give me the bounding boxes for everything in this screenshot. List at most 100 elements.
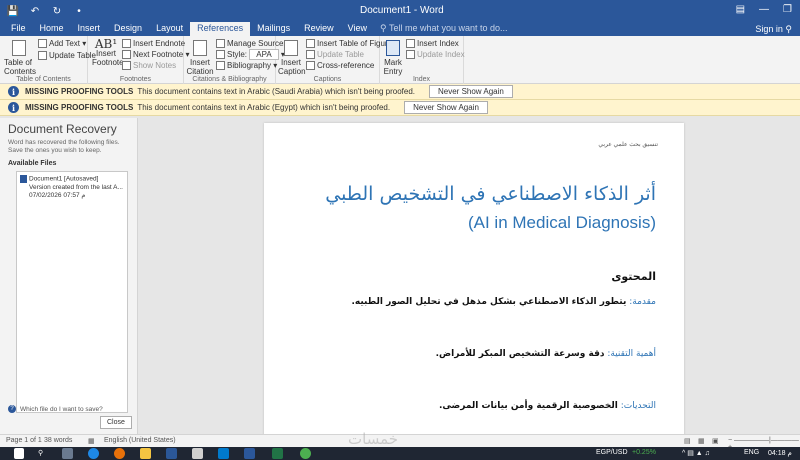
word-count[interactable]: 38 words [44, 437, 72, 444]
windows-start-icon[interactable] [14, 448, 24, 459]
task-view-icon[interactable] [62, 448, 73, 459]
table-of-figures-icon [306, 39, 315, 49]
info-icon: i [8, 102, 19, 113]
document-page[interactable]: تنسيق بحث علمي عربي أثر الذكاء الاصطناعي… [264, 123, 684, 434]
update-tof-button[interactable]: Update Table [306, 50, 364, 60]
recovery-close-button[interactable]: Close [100, 416, 132, 429]
insert-citation-button[interactable]: Insert Citation [186, 40, 214, 76]
recovered-file-desc: Version created from the last A... [29, 183, 123, 191]
recovered-file-date: 07/02/2026 07:57 م [29, 191, 86, 199]
insert-endnote-button[interactable]: Insert Endnote [122, 39, 186, 49]
mail-icon[interactable] [192, 448, 203, 459]
info-icon: i [8, 86, 19, 97]
clock[interactable]: 04:18 م [768, 449, 792, 457]
insert-caption-button[interactable]: Insert Caption [278, 40, 306, 76]
table-of-contents-button[interactable] [4, 40, 34, 58]
customize-icon[interactable]: • [70, 4, 88, 18]
insert-index-button[interactable]: Insert Index [406, 39, 459, 49]
watermark-logo: خمسات [348, 430, 399, 448]
share-icon[interactable]: ⚲ [785, 24, 792, 34]
edge-icon[interactable] [88, 448, 99, 459]
update-index-button[interactable]: Update Index [406, 50, 465, 60]
next-footnote-button[interactable]: Next Footnote ▾ [122, 50, 190, 60]
app-taskbar-icon[interactable] [300, 448, 311, 459]
store-icon[interactable] [166, 448, 177, 459]
signin-link[interactable]: Sign in [755, 24, 783, 34]
infobar-message: This document contains text in Arabic (S… [137, 87, 415, 96]
never-show-again-button[interactable]: Never Show Again [429, 85, 513, 98]
toc-label[interactable]: Table of Contents [4, 58, 38, 76]
page-count[interactable]: Page 1 of 1 [6, 437, 42, 444]
never-show-again-button[interactable]: Never Show Again [404, 101, 488, 114]
tell-me-text: Tell me what you want to do... [388, 23, 508, 33]
save-icon[interactable]: 💾 [4, 4, 22, 18]
mark-entry-button[interactable]: Mark Entry [382, 40, 404, 76]
insert-endnote-label: Insert Endnote [133, 39, 186, 48]
tray-icons[interactable]: ^ ▤ ▲ ♫ [682, 449, 710, 457]
language-indicator[interactable]: English (United States) [104, 437, 176, 444]
taskbar: ⚲ EGP/USD +0.25% ^ ▤ ▲ ♫ ENG 04:18 م [0, 447, 800, 460]
tab-file[interactable]: File [4, 22, 33, 36]
tell-me-box[interactable]: ⚲ Tell me what you want to do... [374, 22, 514, 36]
insert-footnote-button[interactable]: AB¹ Insert Footnote [92, 37, 124, 67]
infobar-message: This document contains text in Arabic (E… [137, 103, 391, 112]
update-index-icon [406, 50, 415, 60]
style-select[interactable]: Style: APA ▾ [216, 49, 285, 60]
ribbon-display-icon[interactable]: ▤ [736, 4, 745, 15]
chrome-icon[interactable] [114, 448, 125, 459]
recovered-file-name: Document1 [Autosaved] [29, 175, 99, 183]
recovered-file-item[interactable]: Document1 [Autosaved] Version created fr… [20, 175, 124, 200]
tab-mailings[interactable]: Mailings [250, 22, 297, 36]
update-table-icon [38, 51, 47, 61]
redo-icon[interactable]: ↻ [48, 4, 66, 18]
content-line-label: التحديات: [620, 401, 656, 411]
file-explorer-icon[interactable] [140, 448, 151, 459]
content-line-challenges: التحديات: الخصوصية الرقمية وأمن بيانات ا… [439, 401, 656, 411]
update-index-label: Update Index [417, 50, 465, 59]
signin-area[interactable]: Sign in ⚲ [755, 24, 792, 35]
tab-references[interactable]: References [190, 22, 251, 36]
tab-view[interactable]: View [341, 22, 374, 36]
search-icon[interactable]: ⚲ [38, 449, 43, 457]
show-notes-button[interactable]: Show Notes [122, 61, 176, 71]
tab-home[interactable]: Home [33, 22, 71, 36]
tab-design[interactable]: Design [107, 22, 149, 36]
document-area[interactable]: تنسيق بحث علمي عربي أثر الذكاء الاصطناعي… [139, 118, 800, 434]
cross-reference-button[interactable]: Cross-reference [306, 61, 374, 71]
undo-icon[interactable]: ↶ [26, 4, 44, 18]
add-text-button[interactable]: Add Text ▾ [38, 39, 86, 49]
bibliography-button[interactable]: Bibliography ▾ [216, 61, 277, 71]
insert-footnote-label: Insert Footnote [92, 49, 124, 67]
insert-citation-label: Insert Citation [186, 58, 214, 76]
word-taskbar-icon[interactable] [244, 448, 255, 459]
recovery-help-link[interactable]: ? Which file do I want to save? [8, 405, 103, 413]
proofing-infobar-saudi: i MISSING PROOFING TOOLS This document c… [0, 84, 800, 100]
vscode-icon[interactable] [218, 448, 229, 459]
tab-layout[interactable]: Layout [149, 22, 190, 36]
print-layout-icon[interactable]: ▦ [698, 437, 705, 445]
read-mode-icon[interactable]: ▤ [684, 437, 691, 445]
input-language[interactable]: ENG [744, 449, 759, 456]
ribbon-tabs: File Home Insert Design Layout Reference… [0, 22, 800, 36]
tab-insert[interactable]: Insert [71, 22, 108, 36]
bibliography-icon [216, 61, 225, 71]
web-layout-icon[interactable]: ▣ [712, 437, 719, 445]
lightbulb-icon: ⚲ [380, 23, 389, 33]
toc-icon [12, 40, 26, 56]
restore-icon[interactable]: ❐ [783, 4, 792, 15]
tab-review[interactable]: Review [297, 22, 341, 36]
window-title: Document1 - Word [360, 5, 444, 16]
excel-taskbar-icon[interactable] [272, 448, 283, 459]
footnote-icon: AB¹ [94, 37, 118, 51]
document-recovery-pane: Document Recovery Word has recovered the… [0, 118, 138, 434]
currency-pair[interactable]: EGP/USD [596, 449, 628, 456]
next-footnote-icon [122, 50, 131, 60]
group-label-index: Index [412, 76, 431, 83]
help-icon: ? [8, 405, 16, 413]
content-line-label: مقدمة: [629, 297, 656, 307]
minimize-icon[interactable]: — [759, 4, 769, 15]
group-table-of-contents: Table of Contents Add Text ▾ Update Tabl… [0, 36, 96, 84]
proofing-icon[interactable]: ▦ [88, 437, 95, 445]
insert-index-icon [406, 39, 415, 49]
cross-reference-icon [306, 61, 315, 71]
